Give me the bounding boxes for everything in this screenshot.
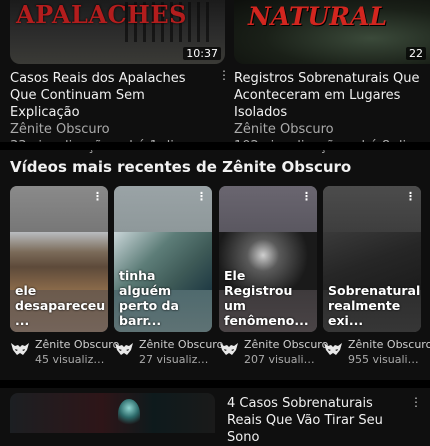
section-title: Vídeos mais recentes de Zênite Obscuro	[10, 158, 352, 176]
short-scene-image	[323, 232, 421, 290]
more-vert-icon[interactable]: ⋮	[92, 190, 103, 203]
short-thumbnail[interactable]: Sobrenatural realmente exi... ⋮	[323, 186, 421, 332]
video-channel[interactable]: Zênite Obscuro	[10, 121, 225, 138]
ghost-figure-image	[118, 399, 140, 429]
short-channel[interactable]: Zênite Obscuro	[244, 338, 328, 351]
short-thumbnail[interactable]: tinha alguém perto da barr... ⋮	[114, 186, 212, 332]
short-thumbnail[interactable]: ele desapareceu ... ⋮	[10, 186, 108, 332]
short-channel[interactable]: Zênite Obscuro	[139, 338, 223, 351]
short-views: 27 visualizações	[139, 353, 211, 366]
short-caption: tinha alguém perto da barr...	[119, 268, 179, 328]
short-channel[interactable]: Zênite Obscuro	[348, 338, 430, 351]
short-card[interactable]: tinha alguém perto da barr... ⋮ Zênite O…	[114, 186, 223, 374]
video-duration: 10:37	[183, 47, 221, 60]
short-views: 45 visualizações	[35, 353, 107, 366]
video-title[interactable]: Casos Reais dos Apalaches Que Continuam …	[10, 70, 200, 121]
demon-mask-icon[interactable]	[323, 341, 343, 357]
demon-mask-icon[interactable]	[219, 341, 239, 357]
video-list-item[interactable]: 4 Casos Sobrenaturais Reais Que Vão Tira…	[0, 393, 430, 445]
thumbnail-text: APALACHES	[16, 0, 187, 29]
short-views: 955 visualizações	[348, 353, 420, 366]
video-channel[interactable]: Zênite Obscuro	[234, 121, 430, 138]
video-thumbnail[interactable]: APALACHES 10:37	[10, 0, 225, 64]
section-divider	[0, 380, 430, 388]
video-title[interactable]: Registros Sobrenaturais Que Aconteceram …	[234, 70, 424, 121]
video-duration: 22	[406, 47, 426, 60]
short-channel[interactable]: Zênite Obscuro	[35, 338, 119, 351]
video-card[interactable]: NATURAL 22 Registros Sobrenaturais Que A…	[234, 0, 430, 155]
thumbnail-text: NATURAL	[248, 2, 388, 31]
more-vert-icon[interactable]: ⋮	[218, 68, 230, 82]
section-divider	[0, 142, 430, 150]
short-card[interactable]: Sobrenatural realmente exi... ⋮ Zênite O…	[323, 186, 430, 374]
more-vert-icon[interactable]: ⋮	[301, 190, 312, 203]
video-card[interactable]: APALACHES 10:37 Casos Reais dos Apalache…	[10, 0, 230, 155]
short-caption: Sobrenatural realmente exi...	[328, 283, 421, 328]
demon-mask-icon[interactable]	[114, 341, 134, 357]
short-scene-image	[10, 232, 108, 290]
video-title[interactable]: 4 Casos Sobrenaturais Reais Que Vão Tira…	[227, 395, 407, 446]
short-thumbnail[interactable]: Ele Registrou um fenômeno... ⋮	[219, 186, 317, 332]
video-thumbnail[interactable]	[10, 393, 215, 433]
video-thumbnail[interactable]: NATURAL 22	[234, 0, 430, 64]
short-views: 207 visualizações	[244, 353, 316, 366]
short-card[interactable]: Ele Registrou um fenômeno... ⋮ Zênite Ob…	[219, 186, 328, 374]
more-vert-icon[interactable]: ⋮	[196, 190, 207, 203]
top-video-row: APALACHES 10:37 Casos Reais dos Apalache…	[0, 0, 430, 154]
short-caption: Ele Registrou um fenômeno...	[224, 268, 309, 328]
demon-mask-icon[interactable]	[10, 341, 30, 357]
shorts-row: ele desapareceu ... ⋮ Zênite Obscuro 45 …	[10, 186, 430, 376]
short-card[interactable]: ele desapareceu ... ⋮ Zênite Obscuro 45 …	[10, 186, 119, 374]
short-caption: ele desapareceu ...	[15, 283, 106, 328]
more-vert-icon[interactable]: ⋮	[410, 395, 422, 409]
more-vert-icon[interactable]: ⋮	[405, 190, 416, 203]
